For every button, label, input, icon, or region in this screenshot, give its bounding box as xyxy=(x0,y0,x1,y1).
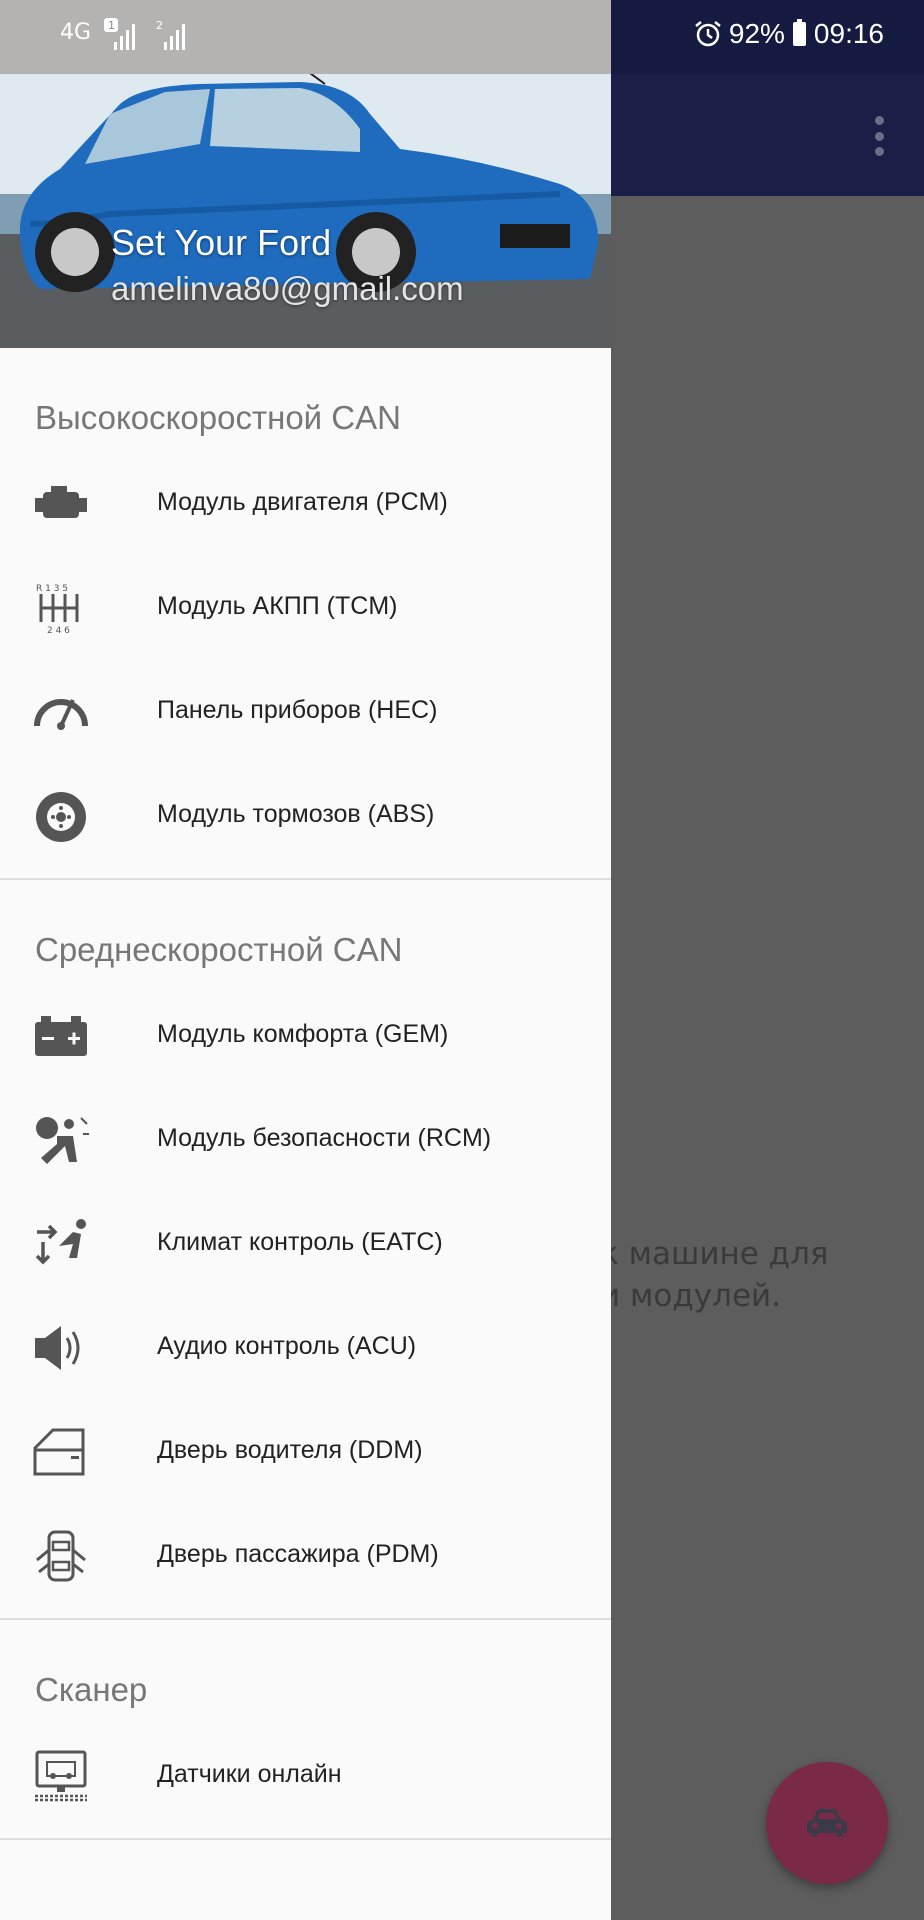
navigation-drawer: Set Your Ford amelinva80@gmail.com Высок… xyxy=(0,0,611,1920)
section-title-medium-speed-can: Среднескоростной CAN xyxy=(35,931,403,968)
gearbox-icon: R 1 3 5 2 4 6 xyxy=(36,584,79,634)
signal-sim2-icon: 2 xyxy=(156,19,185,50)
header-title: Set Your Ford xyxy=(111,222,332,263)
menu-item-sensors-online[interactable]: Датчики онлайн xyxy=(0,1724,611,1828)
svg-text:2 4 6: 2 4 6 xyxy=(47,626,70,634)
menu-item-rcm[interactable]: Модуль безопасности (RCM) xyxy=(0,1088,611,1192)
airbag-icon xyxy=(36,1117,89,1164)
battery-icon xyxy=(35,1016,87,1056)
brake-disc-icon xyxy=(36,792,86,842)
signal-sim1-icon: 1 xyxy=(104,18,135,50)
menu-item-abs[interactable]: Модуль тормозов (ABS) xyxy=(0,764,611,868)
menu-item-eatc[interactable]: Климат контроль (EATC) xyxy=(0,1192,611,1296)
clock: 09:16 xyxy=(813,18,884,49)
status-bar: 4G 1 2 92% 09:16 xyxy=(0,0,924,74)
network-type: 4G xyxy=(60,20,92,45)
engine-icon xyxy=(35,486,87,518)
svg-text:2: 2 xyxy=(156,19,163,32)
drawer-menu: Высокоскоростной CAN Модуль двигателя (P… xyxy=(0,348,611,1840)
battery-icon xyxy=(792,19,806,46)
speedometer-icon xyxy=(34,699,88,730)
connect-car-button[interactable] xyxy=(766,1762,888,1884)
section-title-scanner: Сканер xyxy=(35,1671,148,1708)
menu-item-pdm[interactable]: Дверь пассажира (PDM) xyxy=(0,1504,611,1608)
drawer-header: Set Your Ford amelinva80@gmail.com xyxy=(0,74,611,348)
door-icon xyxy=(33,1428,85,1476)
svg-text:1: 1 xyxy=(108,19,115,32)
menu-item-pcm[interactable]: Модуль двигателя (PCM) xyxy=(0,452,611,556)
climate-icon xyxy=(35,1219,86,1265)
menu-item-acu[interactable]: Аудио контроль (ACU) xyxy=(0,1296,611,1400)
car-doors-icon xyxy=(36,1530,86,1582)
alarm-icon xyxy=(695,21,721,47)
svg-text:R 1 3 5: R 1 3 5 xyxy=(36,584,68,594)
account-email: amelinva80@gmail.com xyxy=(111,270,464,307)
battery-percent: 92% xyxy=(728,18,785,49)
menu-item-ddm[interactable]: Дверь водителя (DDM) xyxy=(0,1400,611,1504)
section-divider xyxy=(0,1838,611,1840)
monitor-icon xyxy=(35,1750,87,1802)
menu-item-hec[interactable]: Панель приборов (HEC) xyxy=(0,660,611,764)
section-title-high-speed-can: Высокоскоростной CAN xyxy=(35,399,401,436)
connect-message: к машине для и модулей. xyxy=(600,1236,829,1314)
menu-item-tcm[interactable]: R 1 3 5 2 4 6 Модуль АКПП (TCM) xyxy=(0,556,611,660)
overflow-menu-icon[interactable] xyxy=(874,116,884,156)
menu-item-gem[interactable]: Модуль комфорта (GEM) xyxy=(0,984,611,1088)
car-icon xyxy=(807,1809,847,1837)
speaker-icon xyxy=(35,1326,80,1370)
